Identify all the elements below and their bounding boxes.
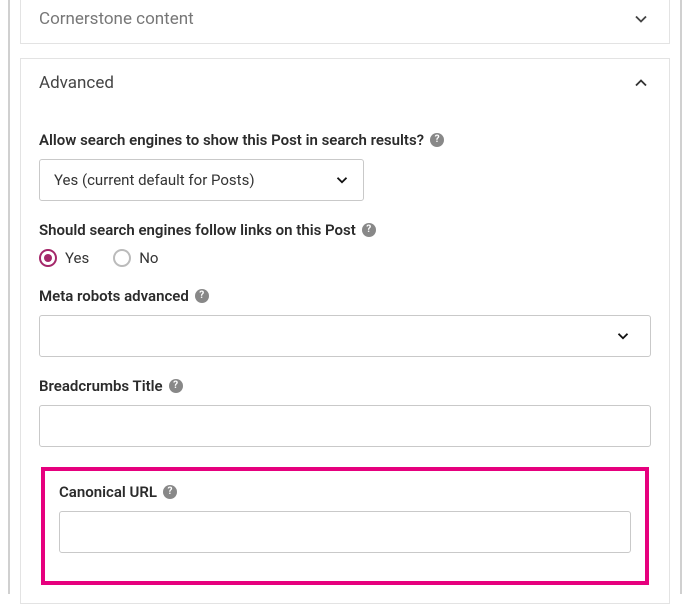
breadcrumbs-field: Breadcrumbs Title ? xyxy=(39,377,651,447)
canonical-field: Canonical URL ? xyxy=(59,483,631,553)
breadcrumbs-input[interactable] xyxy=(39,405,651,447)
follow-links-radio-group: Yes No xyxy=(39,249,651,267)
help-icon[interactable]: ? xyxy=(430,133,444,147)
advanced-section-header[interactable]: Advanced xyxy=(21,59,669,107)
allow-search-value: Yes (current default for Posts) xyxy=(54,171,255,189)
help-icon[interactable]: ? xyxy=(163,485,177,499)
chevron-down-icon xyxy=(333,171,351,189)
canonical-label: Canonical URL xyxy=(59,483,157,501)
cornerstone-section-title: Cornerstone content xyxy=(39,9,194,29)
canonical-input[interactable] xyxy=(59,511,631,553)
help-icon[interactable]: ? xyxy=(169,379,183,393)
radio-icon xyxy=(113,249,131,267)
radio-icon xyxy=(39,249,57,267)
follow-links-radio-no[interactable]: No xyxy=(113,249,158,267)
canonical-highlight: Canonical URL ? xyxy=(41,467,649,585)
follow-links-radio-yes[interactable]: Yes xyxy=(39,249,89,267)
radio-yes-text: Yes xyxy=(65,249,89,267)
follow-links-label: Should search engines follow links on th… xyxy=(39,221,356,239)
meta-robots-label: Meta robots advanced xyxy=(39,287,189,305)
follow-links-field: Should search engines follow links on th… xyxy=(39,221,651,267)
chevron-down-icon xyxy=(631,9,651,29)
help-icon[interactable]: ? xyxy=(362,223,376,237)
breadcrumbs-label: Breadcrumbs Title xyxy=(39,377,163,395)
advanced-section-title: Advanced xyxy=(39,73,114,93)
chevron-down-icon xyxy=(614,327,632,345)
chevron-up-icon xyxy=(631,73,651,93)
radio-no-text: No xyxy=(139,249,158,267)
allow-search-field: Allow search engines to show this Post i… xyxy=(39,131,651,201)
help-icon[interactable]: ? xyxy=(195,289,209,303)
meta-robots-field: Meta robots advanced ? xyxy=(39,287,651,357)
meta-robots-select[interactable] xyxy=(39,315,651,357)
allow-search-label: Allow search engines to show this Post i… xyxy=(39,131,424,149)
cornerstone-section-header[interactable]: Cornerstone content xyxy=(21,0,669,43)
allow-search-select[interactable]: Yes (current default for Posts) xyxy=(39,159,364,201)
